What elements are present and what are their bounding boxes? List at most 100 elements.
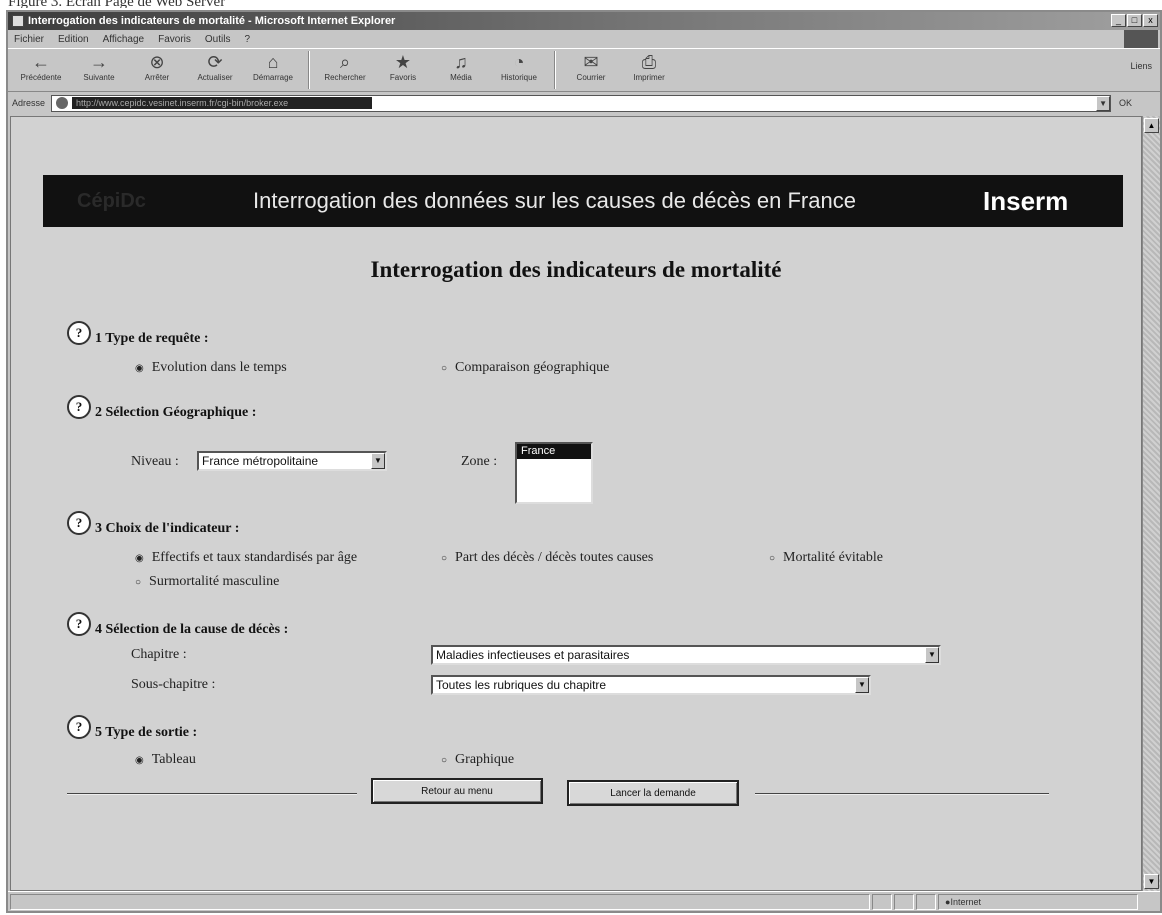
media-button[interactable]: ♫ Média bbox=[432, 49, 490, 91]
stop-label: Arrêter bbox=[144, 73, 170, 82]
submit-request-button[interactable]: Lancer la demande bbox=[567, 780, 739, 806]
close-icon[interactable]: x bbox=[1143, 14, 1158, 27]
menu-favoris[interactable]: Favoris bbox=[158, 34, 191, 45]
radio-mortalite-evitable[interactable]: ○ Mortalité évitable bbox=[769, 550, 883, 566]
home-icon: ⌂ bbox=[267, 52, 279, 72]
menu-edition[interactable]: Edition bbox=[58, 34, 89, 45]
history-button[interactable]: ◔ Historique bbox=[490, 49, 548, 91]
back-to-menu-button[interactable]: Retour au menu bbox=[371, 778, 543, 804]
help-icon[interactable]: ? bbox=[67, 511, 91, 535]
radio-selected-icon[interactable]: ◉ bbox=[135, 755, 144, 766]
section-label: 1 Type de requête : bbox=[95, 331, 209, 346]
search-icon: ⌕ bbox=[339, 52, 351, 72]
status-cell bbox=[916, 893, 936, 910]
radio-selected-icon[interactable]: ◉ bbox=[135, 553, 144, 564]
scroll-down-icon[interactable]: ▼ bbox=[1144, 874, 1159, 889]
stop-button[interactable]: ⊗ Arrêter bbox=[128, 49, 186, 91]
refresh-icon: ⟳ bbox=[207, 52, 223, 72]
favorites-button[interactable]: ★ Favoris bbox=[374, 49, 432, 91]
search-button[interactable]: ⌕ Rechercher bbox=[316, 49, 374, 91]
radio-graphique[interactable]: ○ Graphique bbox=[441, 752, 514, 768]
refresh-label: Actualiser bbox=[197, 73, 233, 82]
figure-caption: Figure 3. Ecran Page de Web Server bbox=[8, 0, 226, 8]
radio-unselected-icon[interactable]: ○ bbox=[769, 553, 775, 564]
page-content: CépiDc Interrogation des données sur les… bbox=[10, 116, 1142, 891]
souschapitre-label: Sous-chapitre : bbox=[131, 677, 216, 692]
home-button[interactable]: ⌂ Démarrage bbox=[244, 49, 302, 91]
section-label: 4 Sélection de la cause de décès : bbox=[95, 622, 289, 637]
media-label: Média bbox=[450, 73, 472, 82]
links-button[interactable]: Liens bbox=[1130, 61, 1152, 71]
radio-unselected-icon[interactable]: ○ bbox=[441, 553, 447, 564]
window-controls: _ □ x bbox=[1111, 14, 1158, 27]
zone-option-france[interactable]: France bbox=[517, 444, 591, 459]
site-banner: CépiDc Interrogation des données sur les… bbox=[43, 175, 1123, 227]
forward-label: Suivante bbox=[83, 73, 115, 82]
refresh-button[interactable]: ⟳ Actualiser bbox=[186, 49, 244, 91]
window-title: Interrogation des indicateurs de mortali… bbox=[28, 15, 396, 27]
section-request-type: ? 1 Type de requête : bbox=[67, 321, 209, 351]
radio-selected-icon[interactable]: ◉ bbox=[135, 363, 144, 374]
radio-label: Part des décès / décès toutes causes bbox=[455, 550, 654, 565]
ie-app-icon bbox=[12, 15, 24, 27]
niveau-select[interactable]: France métropolitaine ▼ bbox=[197, 451, 387, 471]
radio-label: Mortalité évitable bbox=[783, 550, 883, 565]
address-bar: Adresse http://www.cepidc.vesinet.inserm… bbox=[8, 92, 1160, 114]
vertical-scrollbar[interactable]: ▲ ▼ bbox=[1142, 116, 1160, 891]
radio-part-deces[interactable]: ○ Part des décès / décès toutes causes bbox=[441, 550, 653, 566]
minimize-icon[interactable]: _ bbox=[1111, 14, 1126, 27]
title-bar: Interrogation des indicateurs de mortali… bbox=[8, 12, 1160, 30]
radio-tableau[interactable]: ◉ Tableau bbox=[135, 752, 196, 768]
niveau-label: Niveau : bbox=[131, 454, 179, 469]
maximize-icon[interactable]: □ bbox=[1127, 14, 1142, 27]
radio-unselected-icon[interactable]: ○ bbox=[135, 577, 141, 588]
radio-unselected-icon[interactable]: ○ bbox=[441, 363, 447, 374]
help-icon[interactable]: ? bbox=[67, 395, 91, 419]
section-label: 2 Sélection Géographique : bbox=[95, 405, 257, 420]
status-bar: ● Internet bbox=[8, 891, 1160, 911]
address-url[interactable]: http://www.cepidc.vesinet.inserm.fr/cgi-… bbox=[72, 97, 373, 109]
menu-affichage[interactable]: Affichage bbox=[103, 34, 145, 45]
page-icon bbox=[56, 97, 69, 109]
address-input[interactable]: http://www.cepidc.vesinet.inserm.fr/cgi-… bbox=[51, 94, 1112, 112]
section-indicator: ? 3 Choix de l'indicateur : bbox=[67, 511, 239, 541]
radio-evolution[interactable]: ◉ Evolution dans le temps bbox=[135, 360, 287, 376]
cepidc-logo: CépiDc bbox=[77, 189, 146, 212]
back-button[interactable]: ← Précédente bbox=[12, 49, 70, 91]
section-label: 5 Type de sortie : bbox=[95, 725, 198, 740]
chevron-down-icon[interactable]: ▼ bbox=[925, 647, 939, 663]
toolbar-separator bbox=[554, 51, 556, 89]
chevron-down-icon[interactable]: ▼ bbox=[371, 453, 385, 469]
radio-surmortalite[interactable]: ○ Surmortalité masculine bbox=[135, 574, 279, 590]
menu-bar: Fichier Edition Affichage Favoris Outils… bbox=[8, 30, 1160, 48]
radio-unselected-icon[interactable]: ○ bbox=[441, 755, 447, 766]
chevron-down-icon[interactable]: ▼ bbox=[855, 677, 869, 693]
radio-comparaison[interactable]: ○ Comparaison géographique bbox=[441, 360, 609, 376]
go-button[interactable]: OK bbox=[1119, 98, 1132, 108]
mail-icon: ✉ bbox=[583, 52, 599, 72]
menu-fichier[interactable]: Fichier bbox=[14, 34, 44, 45]
favorites-icon: ★ bbox=[394, 52, 412, 72]
divider-right bbox=[755, 793, 1049, 795]
help-icon[interactable]: ? bbox=[67, 715, 91, 739]
souschapitre-select[interactable]: Toutes les rubriques du chapitre ▼ bbox=[431, 675, 871, 695]
chapitre-select[interactable]: Maladies infectieuses et parasitaires ▼ bbox=[431, 645, 941, 665]
status-zone: ● Internet bbox=[938, 893, 1138, 910]
radio-label: Graphique bbox=[455, 752, 515, 767]
forward-button[interactable]: → Suivante bbox=[70, 49, 128, 91]
mail-button[interactable]: ✉ Courrier bbox=[562, 49, 620, 91]
inserm-logo: Inserm bbox=[983, 185, 1069, 216]
menu-outils[interactable]: Outils bbox=[205, 34, 231, 45]
help-icon[interactable]: ? bbox=[67, 321, 91, 345]
status-cell bbox=[872, 893, 892, 910]
print-icon: ⎙ bbox=[641, 52, 657, 72]
radio-label: Effectifs et taux standardisés par âge bbox=[151, 550, 358, 565]
menu-help[interactable]: ? bbox=[244, 34, 250, 45]
scroll-up-icon[interactable]: ▲ bbox=[1144, 118, 1159, 133]
radio-effectifs[interactable]: ◉ Effectifs et taux standardisés par âge bbox=[135, 550, 357, 566]
print-button[interactable]: ⎙ Imprimer bbox=[620, 49, 678, 91]
browser-window: Interrogation des indicateurs de mortali… bbox=[6, 10, 1162, 913]
zone-listbox[interactable]: France bbox=[515, 442, 593, 504]
address-dropdown-icon[interactable]: ▼ bbox=[1096, 95, 1111, 111]
help-icon[interactable]: ? bbox=[67, 612, 91, 636]
